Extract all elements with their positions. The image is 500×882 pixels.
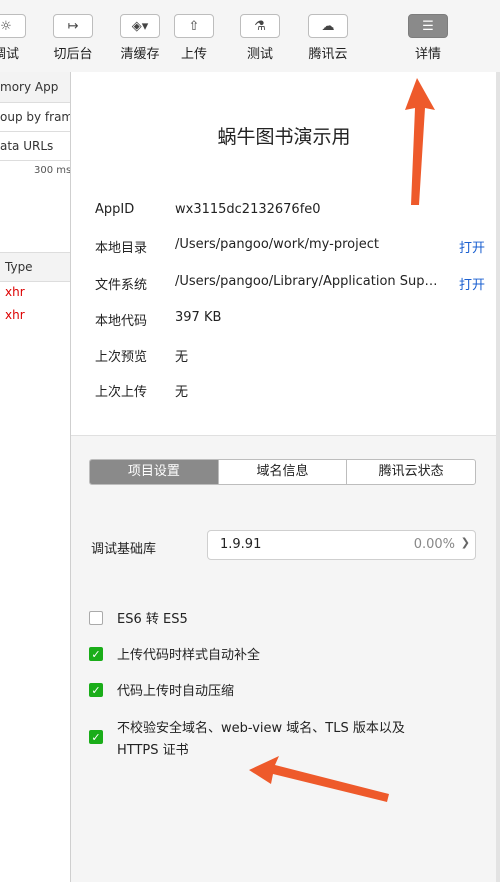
details-label: 详情 — [414, 47, 441, 62]
setting-style-autocomplete[interactable]: ✓ 上传代码时样式自动补全 — [89, 646, 479, 666]
bug-icon: ☼ — [0, 14, 26, 38]
type-header-label: Type — [5, 260, 33, 274]
tencent-cloud-label: 腾讯云 — [308, 47, 348, 62]
chevron-down-icon: ❯ — [460, 536, 470, 549]
details-button[interactable]: ☰ 详情 — [400, 14, 456, 70]
settings-tabs: 项目设置 域名信息 腾讯云状态 — [89, 459, 476, 485]
cloud-icon: ☁ — [308, 14, 348, 38]
devtools-tabs[interactable]: mory App — [0, 72, 70, 103]
devtools-panel: mory App oup by fram ata URLs 300 ms Typ… — [0, 72, 70, 882]
flask-icon: ⚗ — [240, 14, 280, 38]
devtools-timeline: 300 ms — [0, 161, 70, 251]
info-value: 无 — [175, 385, 189, 400]
setting-label: 上传代码时样式自动补全 — [117, 648, 261, 663]
info-value: 397 KB — [175, 310, 222, 325]
info-row-appid: AppID wx3115dc2132676fe0 — [95, 200, 485, 224]
scrollbar[interactable] — [496, 72, 500, 882]
timeline-tick-label: 300 ms — [34, 165, 70, 176]
compile-settings: ES6 转 ES5 ✓ 上传代码时样式自动补全 ✓ 代码上传时自动压缩 ✓ 不校… — [71, 585, 497, 882]
upload-button[interactable]: ⇧ 上传 — [166, 14, 222, 70]
setting-label: ES6 转 ES5 — [117, 612, 188, 627]
setting-label: 不校验安全域名、web-view 域名、TLS 版本以及 HTTPS 证书 — [117, 721, 405, 758]
switch-background-button[interactable]: ↦ 切后台 — [45, 14, 101, 70]
base-library-select[interactable]: 1.9.91 0.00% ❯ — [207, 530, 476, 560]
info-key: 本地代码 — [95, 314, 148, 329]
open-file-system-link[interactable]: 打开 — [459, 274, 485, 293]
network-row[interactable]: xhr — [0, 281, 70, 303]
tab-project-settings[interactable]: 项目设置 — [90, 460, 218, 484]
clear-cache-icon: ◈▾ — [120, 14, 160, 38]
clear-cache-label: 清缓存 — [120, 47, 160, 62]
info-row-file-system: 文件系统 /Users/pangoo/Library/Application S… — [95, 272, 485, 296]
switch-background-label: 切后台 — [53, 47, 93, 62]
debug-button[interactable]: ☼ 调试 — [0, 14, 34, 70]
tab-domain-info[interactable]: 域名信息 — [217, 460, 347, 484]
checkbox-checked-icon[interactable]: ✓ — [89, 730, 103, 744]
info-value: 无 — [175, 350, 189, 365]
test-button[interactable]: ⚗ 测试 — [232, 14, 288, 70]
info-row-last-upload: 上次上传 无 — [95, 379, 485, 403]
network-row[interactable]: xhr — [0, 304, 70, 326]
base-library-version: 1.9.91 — [220, 537, 262, 552]
info-key: AppID — [95, 202, 135, 217]
devtools-type-column[interactable]: Type — [0, 252, 70, 282]
toolbar: ☼ 调试 ↦ 切后台 ◈▾ 清缓存 ⇧ 上传 ⚗ 测试 ☁ 腾讯云 ☰ 详情 — [0, 0, 500, 73]
network-row-type: xhr — [5, 308, 25, 322]
info-key: 上次上传 — [95, 385, 148, 400]
setting-auto-minify[interactable]: ✓ 代码上传时自动压缩 — [89, 682, 479, 702]
checkbox-checked-icon[interactable]: ✓ — [89, 647, 103, 661]
debug-label: 调试 — [0, 47, 19, 62]
tencent-cloud-button[interactable]: ☁ 腾讯云 — [300, 14, 356, 70]
checkbox-checked-icon[interactable]: ✓ — [89, 683, 103, 697]
info-value: wx3115dc2132676fe0 — [175, 202, 321, 217]
details-panel: 蜗牛图书演示用 AppID wx3115dc2132676fe0 本地目录 /U… — [70, 72, 497, 882]
info-row-local-dir: 本地目录 /Users/pangoo/work/my-project 打开 — [95, 235, 485, 259]
open-local-dir-link[interactable]: 打开 — [459, 237, 485, 256]
switch-background-icon: ↦ — [53, 14, 93, 38]
info-row-code-size: 本地代码 397 KB — [95, 308, 485, 332]
upload-icon: ⇧ — [174, 14, 214, 38]
checkbox[interactable] — [89, 611, 103, 625]
info-key: 文件系统 — [95, 278, 148, 293]
menu-icon: ☰ — [408, 14, 448, 38]
setting-label: 代码上传时自动压缩 — [117, 684, 235, 699]
info-value: /Users/pangoo/work/my-project — [175, 237, 379, 252]
base-library-usage: 0.00% — [413, 537, 455, 552]
setting-skip-domain-check[interactable]: ✓ 不校验安全域名、web-view 域名、TLS 版本以及 HTTPS 证书 — [89, 718, 479, 762]
info-value: /Users/pangoo/Library/Application Supp..… — [175, 274, 445, 289]
devtools-group-by-frame[interactable]: oup by fram — [0, 103, 70, 132]
test-label: 测试 — [246, 47, 273, 62]
base-library-label: 调试基础库 — [91, 542, 157, 557]
tab-tencent-cloud-status[interactable]: 腾讯云状态 — [346, 460, 475, 484]
devtools-hide-data-urls[interactable]: ata URLs — [0, 132, 70, 161]
clear-cache-button[interactable]: ◈▾ 清缓存 — [112, 14, 168, 70]
settings-section — [71, 435, 497, 587]
info-row-last-preview: 上次预览 无 — [95, 344, 485, 368]
upload-label: 上传 — [180, 47, 207, 62]
network-row-type: xhr — [5, 285, 25, 299]
info-key: 本地目录 — [95, 241, 148, 256]
info-key: 上次预览 — [95, 350, 148, 365]
setting-es6-to-es5[interactable]: ES6 转 ES5 — [89, 610, 479, 630]
project-title: 蜗牛图书演示用 — [217, 126, 351, 148]
